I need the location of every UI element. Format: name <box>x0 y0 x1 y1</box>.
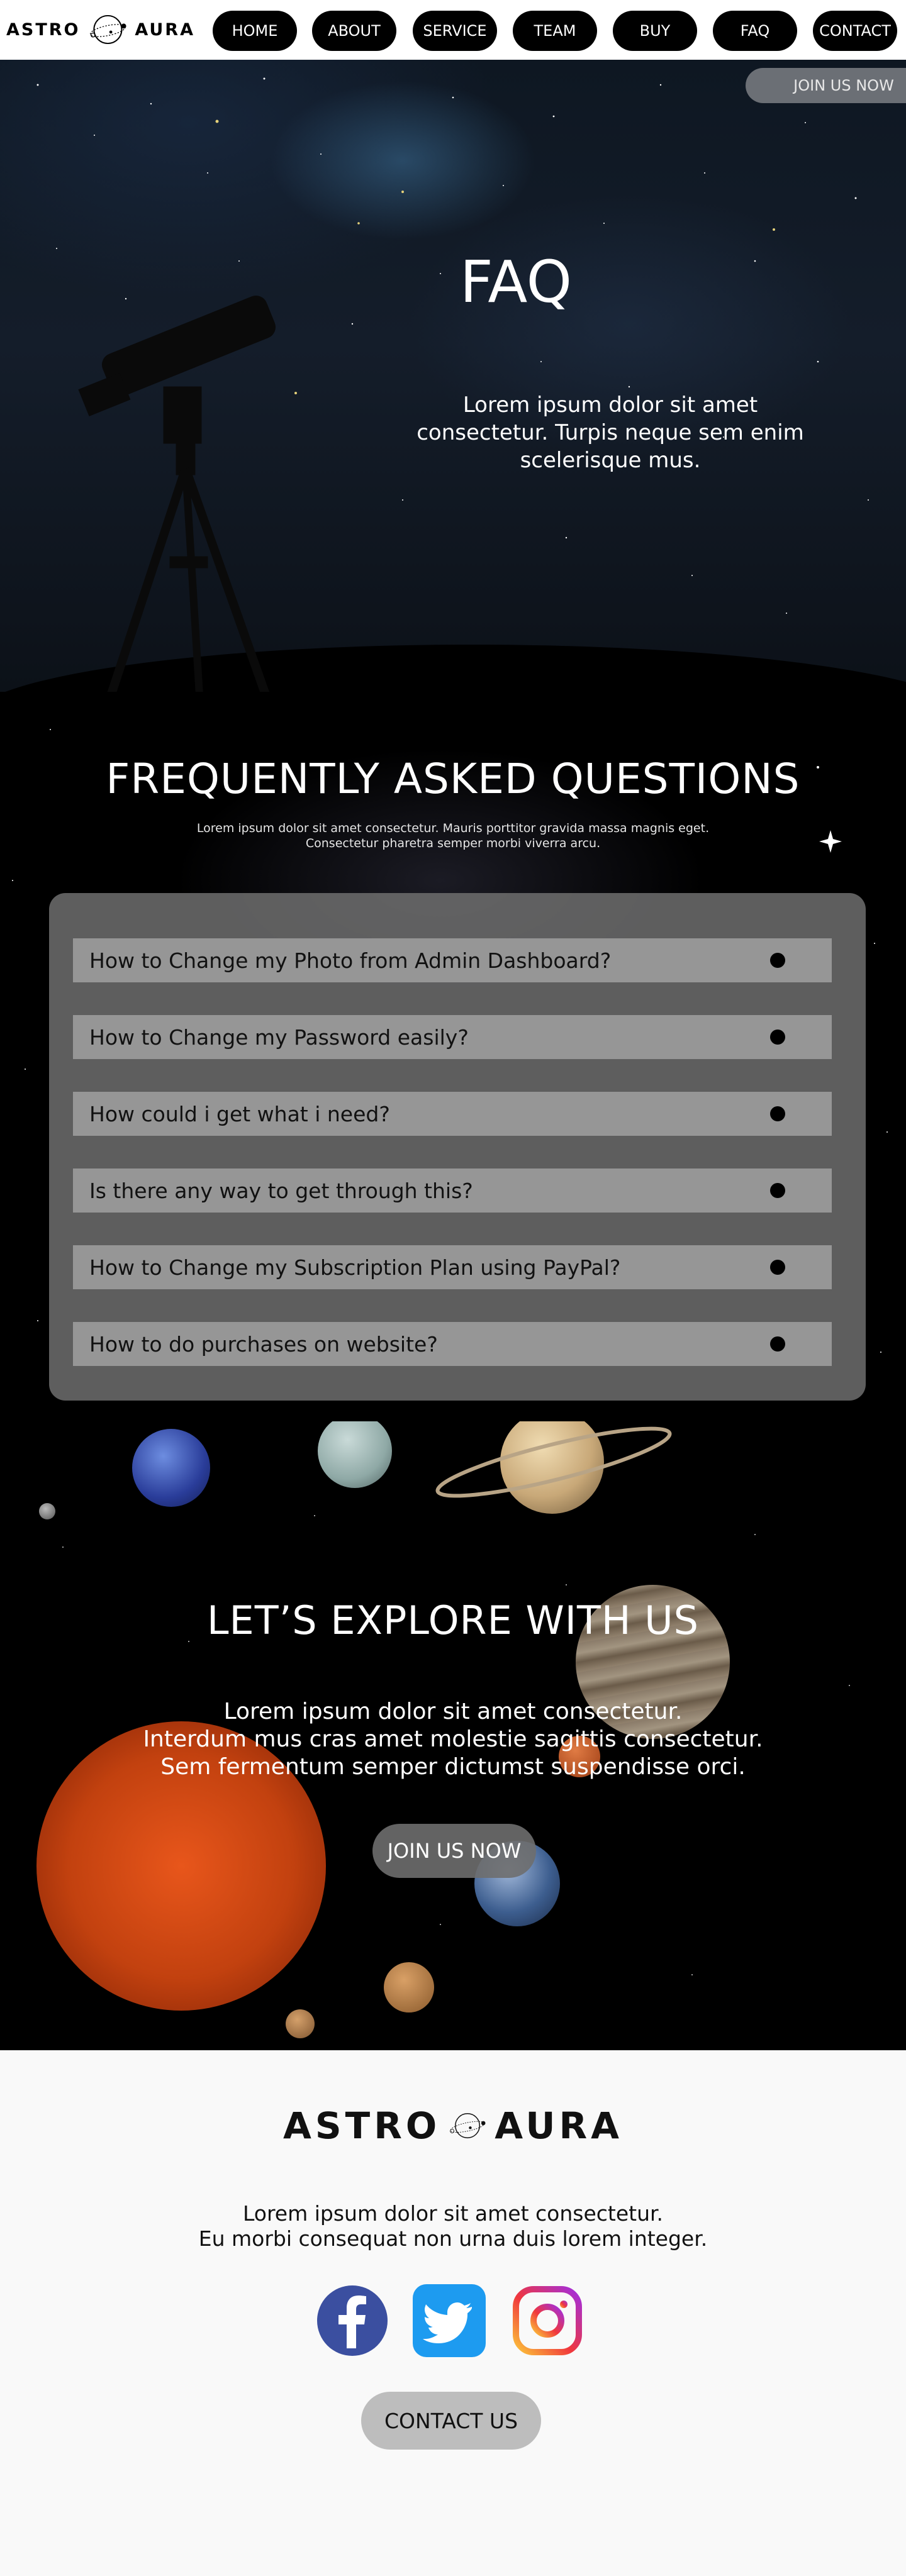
hero-section: JOIN US NOW FAQ Lorem ipsum dolor sit am… <box>0 60 906 692</box>
nav-buy-button[interactable]: BUY <box>613 11 697 51</box>
small-moon <box>286 2009 315 2038</box>
hero-description: Lorem ipsum dolor sit amet consectetur. … <box>417 392 804 473</box>
page-title: FAQ <box>459 248 573 316</box>
expand-dot-icon[interactable] <box>770 1106 785 1121</box>
footer-line-2: Eu morbi consequat non urna duis lorem i… <box>198 2226 708 2251</box>
mercury-planet <box>39 1503 55 1519</box>
explore-line-3: Sem fermentum semper dictumst suspendiss… <box>160 1754 746 1780</box>
venus-planet <box>384 1962 434 2012</box>
telescope-silhouette <box>78 296 276 692</box>
faq-question-2[interactable]: How to Change my Password easily? <box>73 1015 832 1059</box>
explore-section: LET’S EXPLORE WITH US Lorem ipsum dolor … <box>0 1421 906 2050</box>
expand-dot-icon[interactable] <box>770 1336 785 1352</box>
join-us-top-button[interactable]: JOIN US NOW <box>746 68 906 103</box>
saturn-rings <box>435 1426 672 1498</box>
nav-faq-button[interactable]: FAQ <box>713 11 797 51</box>
faq-question-text: How to Change my Password easily? <box>89 1024 469 1050</box>
faq-question-text: How to do purchases on website? <box>89 1331 438 1357</box>
facebook-icon[interactable] <box>315 2283 390 2358</box>
faq-question-6[interactable]: How to do purchases on website? <box>73 1322 832 1366</box>
expand-dot-icon[interactable] <box>770 1030 785 1045</box>
explore-heading: LET’S EXPLORE WITH US <box>206 1597 699 1643</box>
faq-subtext: Lorem ipsum dolor sit amet consectetur. … <box>196 821 710 850</box>
faq-question-text: How to Change my Subscription Plan using… <box>89 1255 621 1280</box>
nav-home-button[interactable]: HOME <box>213 11 297 51</box>
nav-team-button[interactable]: TEAM <box>513 11 597 51</box>
join-us-button[interactable]: JOIN US NOW <box>372 1824 536 1878</box>
brand-word-aura: AURA <box>135 19 195 40</box>
brand-logo[interactable]: ASTRO AURA <box>6 8 195 52</box>
faq-section: FREQUENTLY ASKED QUESTIONS Lorem ipsum d… <box>0 692 906 1421</box>
nav-about-button[interactable]: ABOUT <box>312 11 396 51</box>
nav-service-button[interactable]: SERVICE <box>413 11 497 51</box>
brand-word-aura: AURA <box>495 2104 623 2147</box>
faq-question-5[interactable]: How to Change my Subscription Plan using… <box>73 1245 832 1289</box>
orbit-logo-icon <box>89 14 126 45</box>
explore-line-1: Lorem ipsum dolor sit amet consectetur. <box>223 1699 683 1724</box>
footer: ASTRO AURA Lorem ipsum dolor sit amet co… <box>0 2050 906 2576</box>
faq-question-4[interactable]: Is there any way to get through this? <box>73 1169 832 1213</box>
faq-question-text: How to Change my Photo from Admin Dashbo… <box>89 948 612 973</box>
orbit-logo-icon <box>450 2113 486 2138</box>
faq-question-3[interactable]: How could i get what i need? <box>73 1092 832 1136</box>
expand-dot-icon[interactable] <box>770 1260 785 1275</box>
twitter-icon[interactable] <box>411 2283 487 2358</box>
contact-us-button[interactable]: CONTACT US <box>361 2392 541 2450</box>
explore-line-2: Interdum mus cras amet molestie sagittis… <box>143 1726 763 1752</box>
footer-description: Lorem ipsum dolor sit amet consectetur. … <box>189 2201 717 2251</box>
expand-dot-icon[interactable] <box>770 1183 785 1198</box>
footer-logo[interactable]: ASTRO AURA <box>283 2082 623 2170</box>
expand-dot-icon[interactable] <box>770 953 785 968</box>
faq-question-text: How could i get what i need? <box>89 1101 390 1126</box>
explore-description: Lorem ipsum dolor sit amet consectetur. … <box>138 1698 768 1781</box>
brand-word-astro: ASTRO <box>283 2104 441 2147</box>
instagram-icon[interactable] <box>510 2283 585 2358</box>
top-nav: ASTRO AURA HOME ABOUT SERVICE TEAM BUY F… <box>0 0 906 60</box>
nav-contact-button[interactable]: CONTACT <box>813 11 897 51</box>
faq-question-1[interactable]: How to Change my Photo from Admin Dashbo… <box>73 938 832 982</box>
faq-question-text: Is there any way to get through this? <box>89 1178 473 1203</box>
footer-line-1: Lorem ipsum dolor sit amet consectetur. <box>242 2201 664 2226</box>
faq-panel: How to Change my Photo from Admin Dashbo… <box>49 893 866 1401</box>
faq-heading: FREQUENTLY ASKED QUESTIONS <box>106 755 800 803</box>
brand-word-astro: ASTRO <box>6 19 81 40</box>
neptune-planet <box>132 1429 210 1507</box>
